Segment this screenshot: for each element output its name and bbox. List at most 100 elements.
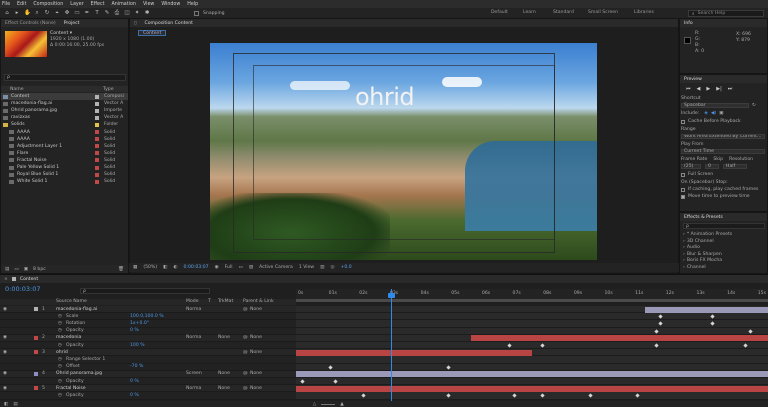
stopwatch-icon[interactable]: ◷	[58, 321, 62, 326]
layer-label-swatch[interactable]	[34, 371, 38, 376]
parent-pickwhip-icon[interactable]: @	[243, 307, 248, 312]
pen-tool-icon[interactable]: ✒	[84, 10, 90, 16]
snapshot-icon[interactable]: ◧	[163, 265, 167, 270]
roto-tool-icon[interactable]: ✦	[134, 10, 140, 16]
playhead[interactable]	[391, 289, 392, 401]
workspace-default[interactable]: Default	[491, 10, 508, 15]
project-item[interactable]: Solids Folder	[1, 121, 128, 128]
label-color-swatch[interactable]	[95, 158, 99, 163]
menu-window[interactable]: Window	[161, 2, 180, 7]
property-value[interactable]: 0 %	[130, 328, 139, 333]
rectangle-tool-icon[interactable]: ▭	[74, 10, 80, 16]
puppet-tool-icon[interactable]: ✱	[144, 10, 150, 16]
interpret-footage-icon[interactable]: ▤	[5, 267, 9, 272]
property-value[interactable]: 100.0,100.0 %	[130, 314, 164, 319]
project-item[interactable]: macedonia-flag.ai Vector A	[1, 100, 128, 107]
shortcut-dropdown[interactable]: Spacebar	[681, 103, 749, 108]
project-item[interactable]: AAAA Solid	[1, 129, 128, 136]
layer-duration-bar[interactable]	[296, 349, 532, 356]
layer-label-swatch[interactable]	[34, 335, 38, 340]
project-item[interactable]: Ohrid panorama.jpg Importe	[1, 107, 128, 114]
color-icon[interactable]: ◐	[173, 265, 177, 270]
property-row[interactable]: ◷ Offset -70 %	[0, 363, 296, 371]
layer-parent[interactable]: None	[250, 386, 262, 391]
parent-pickwhip-icon[interactable]: @	[243, 371, 248, 376]
frame-rate-dropdown[interactable]: (25)	[681, 164, 701, 169]
project-item[interactable]: Pale Yellow Solid 1 Solid	[1, 164, 128, 171]
property-row[interactable]: ◷ Rotation 1x+0.0°	[0, 320, 296, 328]
viewer-timecode[interactable]: 0:00:03:07	[184, 265, 209, 270]
tab-effect-controls[interactable]: Effect Controls (None)	[5, 21, 56, 26]
menu-animation[interactable]: Animation	[111, 2, 135, 7]
stopwatch-icon[interactable]: ◷	[58, 343, 62, 348]
layer-duration-bar[interactable]	[296, 371, 768, 378]
work-area-bar[interactable]	[296, 299, 768, 302]
property-value[interactable]: 1x+0.0°	[130, 321, 149, 326]
label-color-swatch[interactable]	[95, 108, 99, 113]
project-item[interactable]: Royal Blue Solid 1 Solid	[1, 171, 128, 178]
if-caching-checkbox[interactable]	[681, 187, 685, 192]
layer-trkmat[interactable]: None	[218, 371, 230, 376]
workspace-small-screen[interactable]: Small Screen	[588, 10, 618, 15]
layer-parent[interactable]: None	[250, 350, 262, 355]
time-ruler[interactable]: 0s01s02s03s04s05s06s07s08s09s10s11s12s13…	[296, 289, 768, 299]
layer-label-swatch[interactable]	[34, 307, 38, 312]
property-row[interactable]: ◷ Opacity 0 %	[0, 392, 296, 400]
parent-pickwhip-icon[interactable]: @	[243, 386, 248, 391]
stamp-tool-icon[interactable]: ⎙	[114, 10, 120, 16]
eraser-tool-icon[interactable]: ◫	[124, 10, 130, 16]
effects-search-input[interactable]: ρ	[683, 223, 765, 229]
camera-tool-icon[interactable]: ⌖	[54, 10, 60, 16]
stopwatch-icon[interactable]: ◷	[58, 314, 62, 319]
layer-mode[interactable]: Norma	[186, 386, 201, 391]
label-color-swatch[interactable]	[95, 179, 99, 184]
move-time-checkbox[interactable]	[681, 194, 685, 199]
tab-project[interactable]: Project	[64, 21, 80, 26]
layer-parent[interactable]: None	[250, 307, 262, 312]
stopwatch-icon[interactable]: ◷	[58, 379, 62, 384]
layer-mode[interactable]: Norma	[186, 307, 201, 312]
brush-tool-icon[interactable]: ✎	[104, 10, 110, 16]
menu-layer[interactable]: Layer	[70, 2, 83, 7]
menu-composition[interactable]: Composition	[33, 2, 63, 7]
effect-category[interactable]: › Channel	[683, 264, 765, 271]
layer-row[interactable]: ◉ 3 ohrid @ None	[0, 349, 296, 357]
close-icon[interactable]: ×	[4, 277, 8, 282]
layout-icon[interactable]: ▥	[320, 265, 324, 270]
camera-dropdown[interactable]: Active Camera	[259, 265, 293, 270]
label-color-swatch[interactable]	[95, 101, 99, 106]
layer-parent[interactable]: None	[250, 371, 262, 376]
transparency-icon[interactable]: ▧	[249, 265, 253, 270]
project-item[interactable]: Fractal Noise Solid	[1, 157, 128, 164]
cache-checkbox[interactable]	[681, 119, 685, 124]
layer-label-swatch[interactable]	[34, 386, 38, 391]
property-row[interactable]: ◷ Opacity 0 %	[0, 378, 296, 386]
tab-effects-presets[interactable]: Effects & Presets	[684, 215, 723, 220]
layer-label-swatch[interactable]	[34, 350, 38, 355]
property-row[interactable]: ◷ Opacity 100 %	[0, 342, 296, 350]
layer-row[interactable]: ◉ 1 macedonia-flag.ai Norma @ None	[0, 306, 296, 314]
prev-frame-icon[interactable]: ◀	[697, 86, 701, 92]
project-item[interactable]: ravizxas Vector A	[1, 114, 128, 121]
selection-tool-icon[interactable]: ▸	[14, 10, 20, 16]
timeline-search-input[interactable]: ρ	[80, 288, 210, 294]
parent-pickwhip-icon[interactable]: @	[243, 350, 248, 355]
tab-info[interactable]: Info	[684, 21, 693, 26]
layer-trkmat[interactable]: None	[218, 386, 230, 391]
label-color-swatch[interactable]	[95, 130, 99, 134]
hand-tool-icon[interactable]: ✋	[24, 10, 31, 16]
visibility-eye-icon[interactable]: ◉	[3, 307, 7, 312]
tab-composition-content[interactable]: Composition Content	[145, 21, 193, 26]
layer-parent[interactable]: None	[250, 335, 262, 340]
stopwatch-icon[interactable]: ◷	[58, 357, 62, 362]
property-value[interactable]: -70 %	[130, 364, 143, 369]
label-color-swatch[interactable]	[95, 172, 99, 177]
zoom-slider[interactable]	[321, 403, 336, 405]
menu-help[interactable]: Help	[187, 2, 198, 7]
reset-icon[interactable]: ↻	[752, 103, 756, 108]
layer-row[interactable]: ◉ 5 Fractal Noise Norma None @ None	[0, 385, 296, 393]
audio-include-icon[interactable]: ◀)	[711, 111, 716, 116]
property-value[interactable]: 0 %	[130, 379, 139, 384]
search-help-input[interactable]: ⌕ Search Help	[688, 10, 764, 17]
layer-mode[interactable]: Norma	[186, 335, 201, 340]
